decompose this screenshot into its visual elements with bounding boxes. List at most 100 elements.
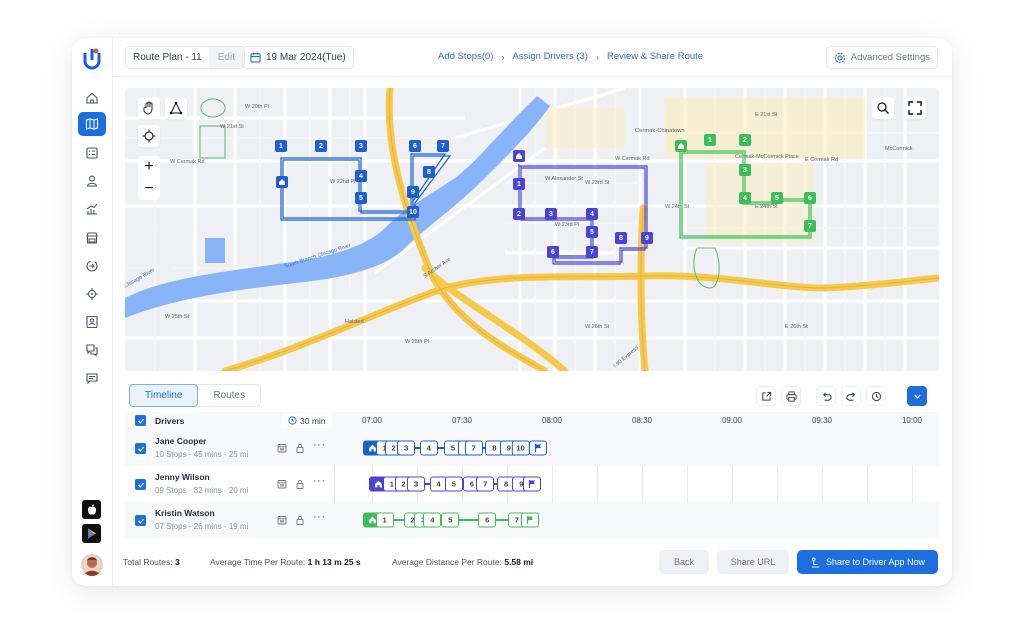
map-stop-marker-kristin[interactable]: 2 bbox=[739, 134, 751, 146]
map-stop-marker-kristin[interactable]: 1 bbox=[704, 134, 716, 146]
export-button[interactable] bbox=[756, 386, 776, 406]
schedule-calendar-icon[interactable] bbox=[277, 479, 287, 489]
map-stop-marker-jenny[interactable]: 8 bbox=[615, 232, 627, 244]
stop-marker[interactable]: 6 bbox=[478, 512, 497, 528]
tab-timeline[interactable]: Timeline bbox=[129, 384, 199, 407]
sidebar-item-help-chat[interactable] bbox=[78, 338, 106, 362]
sidebar-item-location-target[interactable] bbox=[78, 282, 106, 306]
lock-icon[interactable] bbox=[295, 479, 305, 489]
sidebar-item-home[interactable] bbox=[78, 86, 106, 110]
sidebar-item-users[interactable] bbox=[78, 169, 106, 193]
map-stop-marker-jenny[interactable]: 9 bbox=[641, 232, 653, 244]
more-options-icon[interactable]: ··· bbox=[313, 511, 326, 523]
zoom-in-button[interactable]: + bbox=[138, 156, 160, 178]
driver-checkbox[interactable] bbox=[135, 479, 146, 490]
stop-marker[interactable]: 5 bbox=[441, 512, 460, 528]
map-stop-marker-kristin[interactable]: 7 bbox=[804, 220, 816, 232]
route-map[interactable]: W Cermak Rd W 20th Pl W 21st St W 22nd P… bbox=[125, 88, 939, 371]
map-stop-marker-kristin[interactable]: 3 bbox=[739, 164, 751, 176]
lock-icon[interactable] bbox=[295, 515, 305, 525]
tab-routes[interactable]: Routes bbox=[198, 385, 260, 406]
select-all-checkbox[interactable] bbox=[135, 415, 146, 426]
map-depot-marker-jenny[interactable] bbox=[513, 150, 525, 162]
share-driver-app-button[interactable]: Share to Driver App Now bbox=[797, 550, 938, 574]
pan-hand-tool[interactable] bbox=[138, 97, 160, 119]
sidebar-item-checklist[interactable] bbox=[78, 141, 106, 165]
driver-name[interactable]: Jenny Wilson bbox=[155, 472, 210, 482]
map-stop-marker-jenny[interactable]: 4 bbox=[586, 208, 598, 220]
map-depot-marker-jane[interactable] bbox=[276, 176, 288, 188]
stop-marker[interactable]: 7 bbox=[464, 440, 483, 456]
more-options-icon[interactable]: ··· bbox=[313, 439, 326, 451]
map-stop-marker-jane[interactable]: 8 bbox=[423, 166, 435, 178]
interval-selector[interactable]: 30 min bbox=[282, 413, 332, 428]
driver-checkbox[interactable] bbox=[135, 443, 146, 454]
stop-marker[interactable]: 7 bbox=[476, 476, 495, 492]
map-stop-marker-kristin[interactable]: 5 bbox=[771, 192, 783, 204]
map-stop-marker-jane[interactable]: 1 bbox=[275, 140, 287, 152]
step-review-share[interactable]: Review & Share Route bbox=[607, 51, 703, 62]
step-add-stops[interactable]: Add Stops(0) bbox=[438, 51, 493, 62]
user-avatar[interactable] bbox=[81, 554, 103, 576]
map-stop-marker-jenny[interactable]: 6 bbox=[547, 246, 559, 258]
map-search-button[interactable] bbox=[872, 97, 894, 119]
fullscreen-button[interactable] bbox=[904, 97, 926, 119]
schedule-calendar-icon[interactable] bbox=[277, 515, 287, 525]
zoom-out-button[interactable]: − bbox=[138, 178, 160, 200]
map-stop-marker-jane[interactable]: 2 bbox=[315, 140, 327, 152]
advanced-settings-button[interactable]: Advanced Settings bbox=[825, 46, 938, 69]
map-stop-marker-jane[interactable]: 9 bbox=[407, 186, 419, 198]
map-stop-marker-jane[interactable]: 4 bbox=[355, 170, 367, 182]
map-stop-marker-jenny[interactable]: 7 bbox=[586, 246, 598, 258]
stop-marker[interactable]: 1 bbox=[375, 512, 394, 528]
stop-marker[interactable]: 10 bbox=[511, 440, 530, 456]
map-stop-marker-jenny[interactable]: 5 bbox=[586, 226, 598, 238]
date-picker[interactable]: 19 Mar 2024(Tue) bbox=[242, 46, 354, 69]
map-stop-marker-jane[interactable]: 6 bbox=[409, 140, 421, 152]
schedule-calendar-icon[interactable] bbox=[277, 443, 287, 453]
map-stop-marker-jenny[interactable]: 2 bbox=[513, 208, 525, 220]
sidebar-item-contact-card[interactable] bbox=[78, 310, 106, 334]
undo-button[interactable] bbox=[816, 386, 836, 406]
google-play-icon[interactable] bbox=[82, 524, 101, 543]
driver-name[interactable]: Kristin Watson bbox=[155, 508, 215, 518]
history-button[interactable] bbox=[866, 386, 886, 406]
map-depot-marker-kristin[interactable] bbox=[675, 140, 687, 152]
sidebar-item-integration[interactable] bbox=[78, 254, 106, 278]
share-url-button[interactable]: Share URL bbox=[717, 550, 789, 574]
my-location-button[interactable] bbox=[138, 125, 160, 147]
stop-marker[interactable]: 3 bbox=[397, 440, 416, 456]
route-end-marker[interactable] bbox=[521, 512, 540, 528]
map-stop-marker-jane[interactable]: 5 bbox=[355, 192, 367, 204]
route-end-marker[interactable] bbox=[523, 476, 542, 492]
sidebar-item-analytics[interactable] bbox=[78, 197, 106, 221]
draw-polygon-tool[interactable] bbox=[165, 97, 187, 119]
sidebar-item-map-route[interactable] bbox=[78, 112, 106, 136]
map-stop-marker-jane[interactable]: 3 bbox=[355, 140, 367, 152]
map-stop-marker-jane[interactable]: 7 bbox=[437, 140, 449, 152]
map-stop-marker-jane[interactable]: 10 bbox=[407, 206, 419, 218]
map-stop-marker-jenny[interactable]: 1 bbox=[513, 178, 525, 190]
edit-plan-button[interactable]: Edit bbox=[208, 47, 244, 68]
apple-icon[interactable] bbox=[82, 500, 101, 519]
sidebar-item-message[interactable] bbox=[78, 366, 106, 390]
driver-row: Jenny Wilson 09 Stops · 32 mins · 20 mi ··… bbox=[125, 466, 939, 502]
map-stop-marker-kristin[interactable]: 6 bbox=[804, 192, 816, 204]
stop-marker[interactable]: 4 bbox=[419, 440, 438, 456]
collapse-panel-button[interactable] bbox=[907, 386, 927, 406]
redo-button[interactable] bbox=[841, 386, 861, 406]
driver-name[interactable]: Jane Cooper bbox=[155, 436, 207, 446]
stop-marker[interactable]: 3 bbox=[407, 476, 426, 492]
stop-marker[interactable]: 5 bbox=[444, 476, 463, 492]
print-button[interactable] bbox=[781, 386, 801, 406]
route-end-marker[interactable] bbox=[528, 440, 547, 456]
step-assign-drivers[interactable]: Assign Drivers (3) bbox=[512, 51, 588, 62]
map-stop-marker-kristin[interactable]: 4 bbox=[739, 192, 751, 204]
stop-marker[interactable]: 4 bbox=[423, 512, 442, 528]
lock-icon[interactable] bbox=[295, 443, 305, 453]
more-options-icon[interactable]: ··· bbox=[313, 475, 326, 487]
map-stop-marker-jenny[interactable]: 3 bbox=[545, 208, 557, 220]
sidebar-item-store[interactable] bbox=[78, 226, 106, 250]
back-button[interactable]: Back bbox=[659, 550, 709, 574]
driver-checkbox[interactable] bbox=[135, 515, 146, 526]
